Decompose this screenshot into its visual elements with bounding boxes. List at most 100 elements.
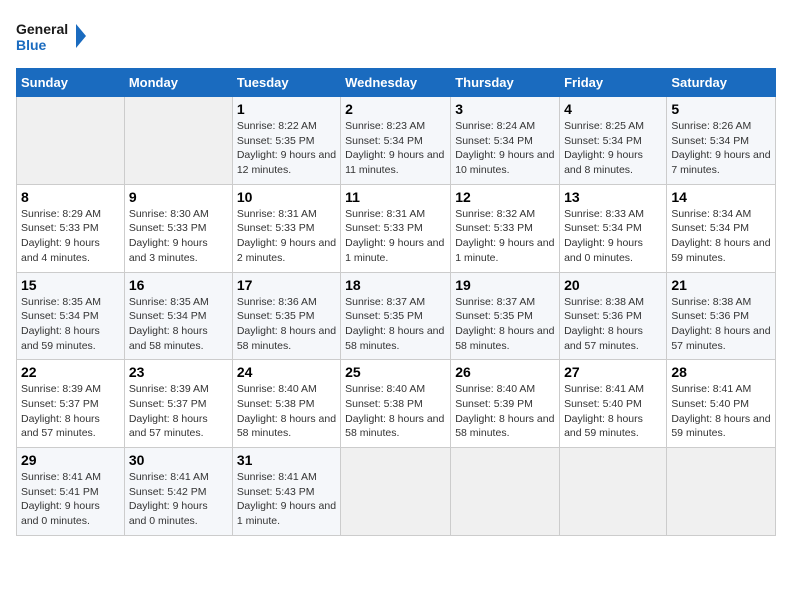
day-number: 23 <box>129 364 228 380</box>
calendar-cell: 20 Sunrise: 8:38 AMSunset: 5:36 PMDaylig… <box>560 272 667 360</box>
day-number: 28 <box>671 364 771 380</box>
calendar-cell <box>124 97 232 185</box>
day-info: Sunrise: 8:40 AMSunset: 5:38 PMDaylight:… <box>345 383 444 439</box>
day-number: 3 <box>455 101 555 117</box>
day-number: 19 <box>455 277 555 293</box>
day-info: Sunrise: 8:29 AMSunset: 5:33 PMDaylight:… <box>21 208 101 264</box>
calendar-cell: 26 Sunrise: 8:40 AMSunset: 5:39 PMDaylig… <box>451 360 560 448</box>
day-info: Sunrise: 8:38 AMSunset: 5:36 PMDaylight:… <box>671 296 770 352</box>
day-info: Sunrise: 8:39 AMSunset: 5:37 PMDaylight:… <box>21 383 101 439</box>
day-number: 30 <box>129 452 228 468</box>
day-number: 5 <box>671 101 771 117</box>
day-info: Sunrise: 8:40 AMSunset: 5:39 PMDaylight:… <box>455 383 554 439</box>
calendar-cell: 4 Sunrise: 8:25 AMSunset: 5:34 PMDayligh… <box>560 97 667 185</box>
day-number: 31 <box>237 452 336 468</box>
calendar-cell: 28 Sunrise: 8:41 AMSunset: 5:40 PMDaylig… <box>667 360 776 448</box>
day-info: Sunrise: 8:25 AMSunset: 5:34 PMDaylight:… <box>564 120 644 176</box>
calendar-cell: 14 Sunrise: 8:34 AMSunset: 5:34 PMDaylig… <box>667 184 776 272</box>
day-number: 1 <box>237 101 336 117</box>
day-info: Sunrise: 8:33 AMSunset: 5:34 PMDaylight:… <box>564 208 644 264</box>
day-info: Sunrise: 8:38 AMSunset: 5:36 PMDaylight:… <box>564 296 644 352</box>
calendar-cell: 22 Sunrise: 8:39 AMSunset: 5:37 PMDaylig… <box>17 360 125 448</box>
calendar-cell: 1 Sunrise: 8:22 AMSunset: 5:35 PMDayligh… <box>232 97 340 185</box>
day-number: 24 <box>237 364 336 380</box>
day-info: Sunrise: 8:41 AMSunset: 5:40 PMDaylight:… <box>671 383 770 439</box>
calendar-table: SundayMondayTuesdayWednesdayThursdayFrid… <box>16 68 776 536</box>
day-number: 11 <box>345 189 446 205</box>
calendar-cell: 5 Sunrise: 8:26 AMSunset: 5:34 PMDayligh… <box>667 97 776 185</box>
calendar-cell: 16 Sunrise: 8:35 AMSunset: 5:34 PMDaylig… <box>124 272 232 360</box>
header: General Blue <box>16 16 776 58</box>
day-info: Sunrise: 8:41 AMSunset: 5:43 PMDaylight:… <box>237 471 336 527</box>
day-info: Sunrise: 8:22 AMSunset: 5:35 PMDaylight:… <box>237 120 336 176</box>
calendar-cell: 31 Sunrise: 8:41 AMSunset: 5:43 PMDaylig… <box>232 448 340 536</box>
day-info: Sunrise: 8:34 AMSunset: 5:34 PMDaylight:… <box>671 208 770 264</box>
calendar-cell: 27 Sunrise: 8:41 AMSunset: 5:40 PMDaylig… <box>560 360 667 448</box>
logo-svg: General Blue <box>16 16 86 58</box>
day-header-thursday: Thursday <box>451 69 560 97</box>
day-info: Sunrise: 8:41 AMSunset: 5:40 PMDaylight:… <box>564 383 644 439</box>
day-number: 27 <box>564 364 662 380</box>
calendar-cell: 29 Sunrise: 8:41 AMSunset: 5:41 PMDaylig… <box>17 448 125 536</box>
day-info: Sunrise: 8:24 AMSunset: 5:34 PMDaylight:… <box>455 120 554 176</box>
week-row-5: 29 Sunrise: 8:41 AMSunset: 5:41 PMDaylig… <box>17 448 776 536</box>
day-info: Sunrise: 8:37 AMSunset: 5:35 PMDaylight:… <box>345 296 444 352</box>
calendar-cell: 8 Sunrise: 8:29 AMSunset: 5:33 PMDayligh… <box>17 184 125 272</box>
day-info: Sunrise: 8:39 AMSunset: 5:37 PMDaylight:… <box>129 383 209 439</box>
day-info: Sunrise: 8:36 AMSunset: 5:35 PMDaylight:… <box>237 296 336 352</box>
day-number: 17 <box>237 277 336 293</box>
week-row-1: 1 Sunrise: 8:22 AMSunset: 5:35 PMDayligh… <box>17 97 776 185</box>
calendar-cell: 19 Sunrise: 8:37 AMSunset: 5:35 PMDaylig… <box>451 272 560 360</box>
logo: General Blue <box>16 16 86 58</box>
calendar-cell: 11 Sunrise: 8:31 AMSunset: 5:33 PMDaylig… <box>341 184 451 272</box>
day-number: 21 <box>671 277 771 293</box>
calendar-cell: 24 Sunrise: 8:40 AMSunset: 5:38 PMDaylig… <box>232 360 340 448</box>
day-number: 4 <box>564 101 662 117</box>
calendar-cell <box>560 448 667 536</box>
calendar-cell: 23 Sunrise: 8:39 AMSunset: 5:37 PMDaylig… <box>124 360 232 448</box>
day-number: 2 <box>345 101 446 117</box>
day-info: Sunrise: 8:41 AMSunset: 5:41 PMDaylight:… <box>21 471 101 527</box>
day-number: 8 <box>21 189 120 205</box>
svg-text:Blue: Blue <box>16 37 47 53</box>
calendar-cell <box>451 448 560 536</box>
day-header-saturday: Saturday <box>667 69 776 97</box>
day-info: Sunrise: 8:32 AMSunset: 5:33 PMDaylight:… <box>455 208 554 264</box>
day-info: Sunrise: 8:26 AMSunset: 5:34 PMDaylight:… <box>671 120 770 176</box>
day-number: 18 <box>345 277 446 293</box>
day-number: 12 <box>455 189 555 205</box>
day-number: 15 <box>21 277 120 293</box>
day-number: 22 <box>21 364 120 380</box>
week-row-2: 8 Sunrise: 8:29 AMSunset: 5:33 PMDayligh… <box>17 184 776 272</box>
day-info: Sunrise: 8:35 AMSunset: 5:34 PMDaylight:… <box>129 296 209 352</box>
calendar-cell: 25 Sunrise: 8:40 AMSunset: 5:38 PMDaylig… <box>341 360 451 448</box>
day-number: 14 <box>671 189 771 205</box>
calendar-cell: 13 Sunrise: 8:33 AMSunset: 5:34 PMDaylig… <box>560 184 667 272</box>
day-number: 20 <box>564 277 662 293</box>
calendar-cell <box>341 448 451 536</box>
day-number: 29 <box>21 452 120 468</box>
calendar-cell: 21 Sunrise: 8:38 AMSunset: 5:36 PMDaylig… <box>667 272 776 360</box>
day-number: 13 <box>564 189 662 205</box>
calendar-cell: 30 Sunrise: 8:41 AMSunset: 5:42 PMDaylig… <box>124 448 232 536</box>
day-number: 25 <box>345 364 446 380</box>
day-info: Sunrise: 8:23 AMSunset: 5:34 PMDaylight:… <box>345 120 444 176</box>
day-number: 10 <box>237 189 336 205</box>
calendar-cell: 9 Sunrise: 8:30 AMSunset: 5:33 PMDayligh… <box>124 184 232 272</box>
day-number: 9 <box>129 189 228 205</box>
calendar-cell: 10 Sunrise: 8:31 AMSunset: 5:33 PMDaylig… <box>232 184 340 272</box>
day-info: Sunrise: 8:35 AMSunset: 5:34 PMDaylight:… <box>21 296 101 352</box>
day-header-monday: Monday <box>124 69 232 97</box>
day-header-tuesday: Tuesday <box>232 69 340 97</box>
day-number: 26 <box>455 364 555 380</box>
day-info: Sunrise: 8:31 AMSunset: 5:33 PMDaylight:… <box>237 208 336 264</box>
week-row-3: 15 Sunrise: 8:35 AMSunset: 5:34 PMDaylig… <box>17 272 776 360</box>
day-number: 16 <box>129 277 228 293</box>
day-header-wednesday: Wednesday <box>341 69 451 97</box>
day-info: Sunrise: 8:40 AMSunset: 5:38 PMDaylight:… <box>237 383 336 439</box>
svg-text:General: General <box>16 21 68 37</box>
day-info: Sunrise: 8:30 AMSunset: 5:33 PMDaylight:… <box>129 208 209 264</box>
day-header-friday: Friday <box>560 69 667 97</box>
header-row: SundayMondayTuesdayWednesdayThursdayFrid… <box>17 69 776 97</box>
day-info: Sunrise: 8:31 AMSunset: 5:33 PMDaylight:… <box>345 208 444 264</box>
